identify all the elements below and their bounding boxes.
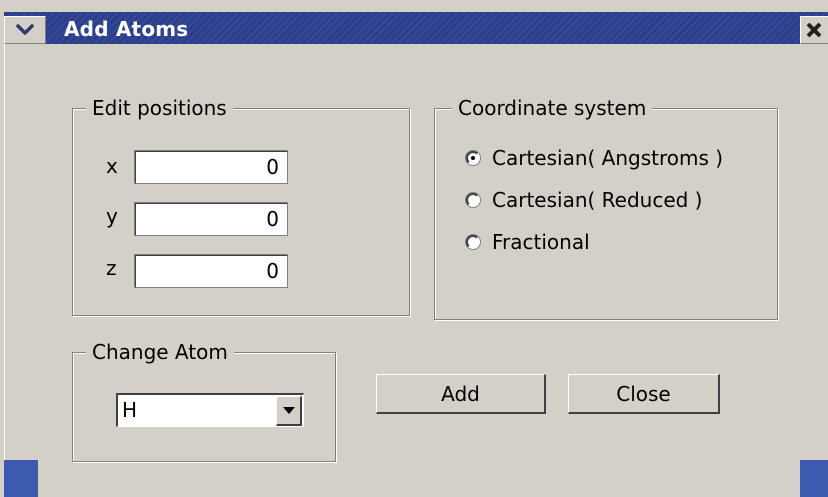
window-title: Add Atoms <box>64 17 189 41</box>
radio-label: Cartesian( Angstroms ) <box>492 146 724 170</box>
close-button[interactable]: Close <box>568 374 720 414</box>
add-button[interactable]: Add <box>376 374 546 414</box>
window-corner-bottom-left[interactable] <box>4 460 38 497</box>
change-atom-label: Change Atom <box>86 340 234 364</box>
radio-button-checked[interactable] <box>466 151 480 165</box>
x-input[interactable]: 0 <box>134 150 288 184</box>
window-frame-left <box>4 44 13 497</box>
window-frame-bottom <box>38 489 800 497</box>
window-frame-right <box>816 44 828 497</box>
dropdown-button[interactable] <box>276 396 302 426</box>
radio-fractional[interactable]: Fractional <box>466 230 590 254</box>
atom-select-value: H <box>122 398 138 422</box>
z-label: z <box>106 256 117 280</box>
window-menu-button[interactable] <box>4 16 46 44</box>
z-input[interactable]: 0 <box>134 254 288 288</box>
x-label: x <box>106 154 118 178</box>
y-input[interactable]: 0 <box>134 202 288 236</box>
close-icon <box>806 22 822 38</box>
add-atoms-window: Add Atoms Edit positions x 0 y 0 z 0 Coo… <box>0 0 828 497</box>
edit-positions-label: Edit positions <box>86 96 233 120</box>
radio-button[interactable] <box>466 235 480 249</box>
radio-label: Cartesian( Reduced ) <box>492 188 703 212</box>
window-close-button[interactable] <box>800 16 828 44</box>
radio-cartesian-reduced[interactable]: Cartesian( Reduced ) <box>466 188 703 212</box>
radio-cartesian-angstroms[interactable]: Cartesian( Angstroms ) <box>466 146 723 170</box>
radio-button[interactable] <box>466 193 480 207</box>
chevron-down-icon <box>16 24 34 35</box>
atom-select[interactable]: H <box>116 393 304 427</box>
triangle-down-icon <box>282 407 295 414</box>
radio-label: Fractional <box>492 230 590 254</box>
coordinate-system-group <box>434 108 778 320</box>
coordinate-system-label: Coordinate system <box>452 96 653 120</box>
y-label: y <box>106 204 118 228</box>
window-corner-bottom-right[interactable] <box>800 460 828 497</box>
